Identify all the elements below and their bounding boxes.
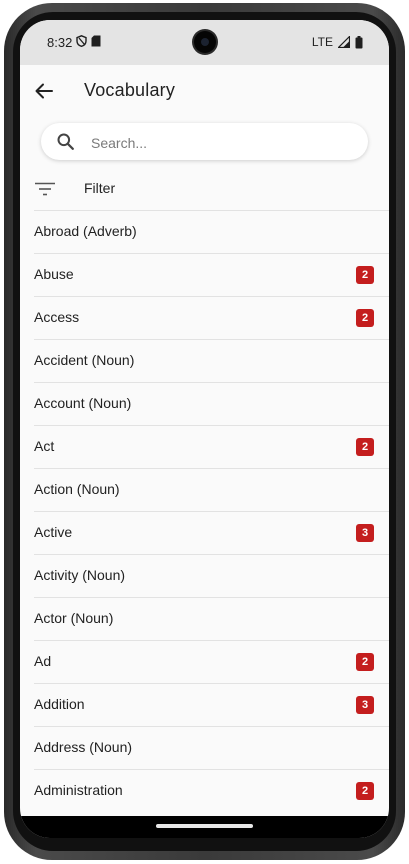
word-label: Abroad (Adverb) — [34, 223, 137, 239]
word-label: Activity (Noun) — [34, 567, 126, 583]
word-label: Active — [34, 524, 73, 540]
navigation-bar — [20, 816, 389, 838]
list-item[interactable]: Action (Noun) — [34, 468, 389, 511]
word-label: Ad — [34, 653, 52, 669]
list-item[interactable]: Addition 3 — [34, 683, 389, 726]
app-bar: Vocabulary — [20, 65, 389, 117]
status-bar: 8:32 LTE — [20, 20, 389, 65]
list-item[interactable]: Actor (Noun) — [34, 597, 389, 640]
list-item[interactable]: Act 2 — [34, 425, 389, 468]
battery-icon — [355, 35, 363, 48]
count-badge: 3 — [356, 696, 374, 714]
count-badge: 2 — [356, 438, 374, 456]
screen: 8:32 LTE Vocabulary Search... Filter Abr… — [20, 20, 389, 838]
word-label: Account (Noun) — [34, 395, 132, 411]
list-item[interactable]: Administration 2 — [34, 769, 389, 812]
search-bar[interactable] — [41, 123, 368, 162]
word-label: Action (Noun) — [34, 481, 120, 497]
filter-button[interactable]: Filter — [20, 168, 389, 210]
search-input[interactable] — [89, 123, 353, 162]
filter-label: Filter — [84, 180, 116, 196]
count-badge: 2 — [356, 782, 374, 800]
count-badge: 3 — [356, 524, 374, 542]
signal-icon — [338, 36, 350, 48]
front-camera — [194, 31, 216, 53]
page-title: Vocabulary — [84, 80, 176, 100]
word-label: Address (Noun) — [34, 739, 133, 755]
list-item[interactable]: Account (Noun) — [34, 382, 389, 425]
list-item[interactable]: Abroad (Adverb) — [34, 210, 389, 253]
count-badge: 2 — [356, 309, 374, 327]
list-item[interactable]: Abuse 2 — [34, 253, 389, 296]
list-item[interactable]: Activity (Noun) — [34, 554, 389, 597]
filter-icon — [35, 182, 55, 196]
list-item[interactable]: Ad 2 — [34, 640, 389, 683]
back-arrow-icon[interactable] — [34, 81, 54, 101]
shield-icon — [76, 35, 87, 47]
sd-card-icon — [91, 35, 101, 47]
word-label: Act — [34, 438, 55, 454]
volume-button — [401, 273, 405, 348]
list-item[interactable]: Access 2 — [34, 296, 389, 339]
count-badge: 2 — [356, 653, 374, 671]
word-label: Actor (Noun) — [34, 610, 114, 626]
word-label: Administration — [34, 782, 123, 798]
word-label: Accident (Noun) — [34, 352, 135, 368]
status-time: 8:32 — [47, 35, 73, 50]
home-gesture-handle[interactable] — [156, 824, 253, 828]
list-item[interactable]: Accident (Noun) — [34, 339, 389, 382]
list-item[interactable]: Address (Noun) — [34, 726, 389, 769]
word-label: Abuse — [34, 266, 74, 282]
word-label: Addition — [34, 696, 85, 712]
network-type: LTE — [311, 35, 333, 49]
power-button — [401, 178, 405, 220]
vocabulary-list: Abroad (Adverb) Abuse 2 Access 2 Accident (No… — [34, 210, 389, 812]
count-badge: 2 — [356, 266, 374, 284]
word-label: Access — [34, 309, 80, 325]
list-item[interactable]: Active 3 — [34, 511, 389, 554]
search-icon — [57, 133, 74, 150]
